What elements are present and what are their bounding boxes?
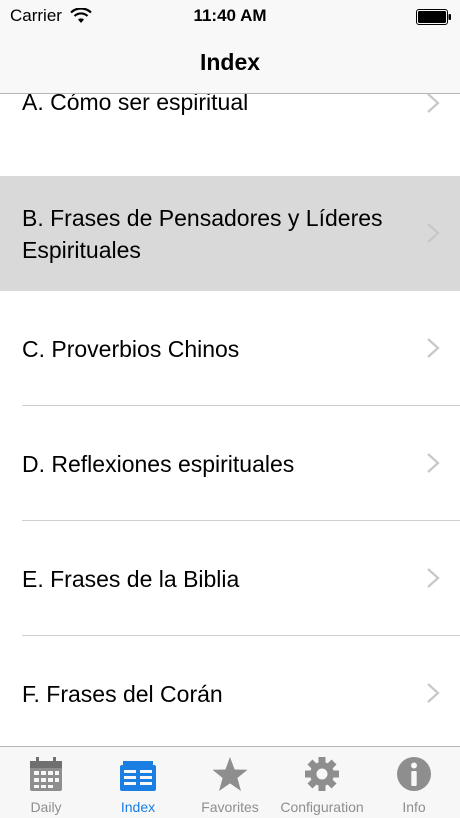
chevron-right-icon — [427, 683, 440, 703]
calendar-icon — [30, 757, 62, 791]
tab-favorites[interactable]: Favorites — [184, 747, 276, 818]
list-item-label: A. Cómo ser espiritual — [22, 94, 249, 115]
tab-label: Favorites — [201, 799, 259, 815]
list-item[interactable]: E. Frases de la Biblia — [0, 521, 460, 635]
chevron-right-icon — [427, 94, 440, 113]
list-item-selected[interactable]: B. Frases de Pensadores y Líderes Espiri… — [0, 176, 460, 291]
list-item-label: C. Proverbios Chinos — [22, 336, 240, 362]
gear-icon — [305, 757, 339, 791]
tab-index[interactable]: Index — [92, 747, 184, 818]
page-title: Index — [199, 49, 261, 75]
battery-icon — [416, 9, 451, 25]
info-icon — [397, 757, 431, 791]
list-item-label: D. Reflexiones espirituales — [22, 451, 295, 477]
chevron-right-icon — [427, 453, 440, 473]
list-item[interactable]: D. Reflexiones espirituales — [0, 406, 460, 520]
index-list[interactable]: A. Cómo ser espiritual B. Frases de Pens… — [0, 94, 460, 746]
list-item-label: E. Frases de la Biblia — [22, 566, 240, 592]
status-bar: Carrier 11:40 AM — [0, 0, 460, 34]
index-icon — [120, 761, 156, 791]
tab-bar: Daily Index Favorites Configuration Info — [0, 746, 460, 818]
chevron-right-icon — [427, 568, 440, 588]
chevron-right-icon — [427, 223, 440, 243]
list-item[interactable]: C. Proverbios Chinos — [0, 291, 460, 406]
tab-label: Daily — [30, 799, 62, 815]
tab-label: Index — [120, 799, 156, 815]
navigation-bar: Index — [0, 34, 460, 94]
chevron-right-icon — [427, 338, 440, 358]
list-item-label: B. Frases de Pensadores y Líderes Espiri… — [22, 205, 383, 263]
tab-info[interactable]: Info — [368, 747, 460, 818]
list-item[interactable]: A. Cómo ser espiritual — [0, 94, 460, 174]
tab-configuration[interactable]: Configuration — [276, 747, 368, 818]
clock: 11:40 AM — [193, 6, 267, 25]
list-item-label: F. Frases del Corán — [22, 681, 223, 707]
tab-label: Configuration — [280, 799, 364, 815]
list-item[interactable]: F. Frases del Corán — [0, 636, 460, 746]
star-icon — [212, 757, 248, 791]
tab-label: Info — [402, 799, 426, 815]
tab-daily[interactable]: Daily — [0, 747, 92, 818]
